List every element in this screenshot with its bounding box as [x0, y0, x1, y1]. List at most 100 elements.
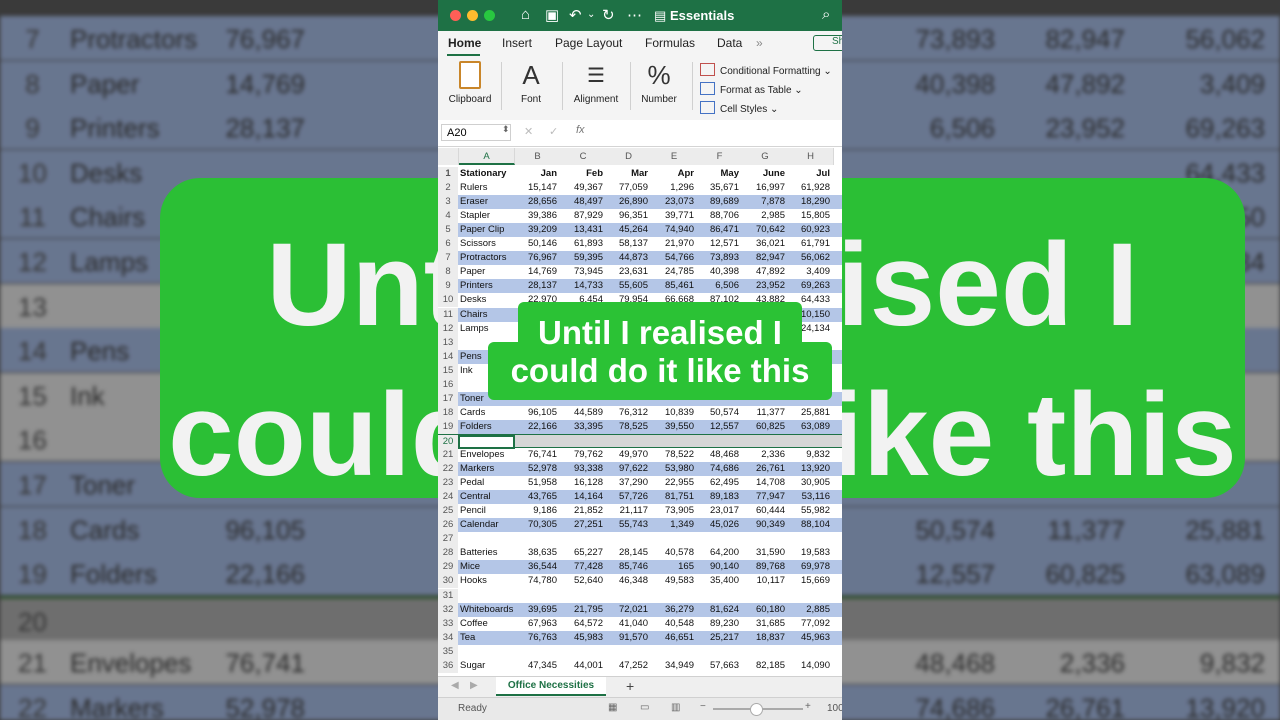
row-header[interactable]: 2	[438, 181, 458, 196]
conditional-formatting-button[interactable]: Conditional Formatting ⌄	[700, 63, 832, 77]
value-cell[interactable]	[560, 589, 603, 603]
cancel-icon[interactable]: ✕	[524, 125, 533, 138]
row-label-cell[interactable]: Mice	[459, 560, 515, 574]
value-cell[interactable]: 85,461	[651, 279, 694, 293]
value-cell[interactable]: 77,059	[606, 181, 648, 195]
value-cell[interactable]: 81,751	[651, 490, 694, 504]
value-cell[interactable]: 12,571	[697, 237, 739, 251]
value-cell[interactable]: Mar	[606, 167, 648, 181]
value-cell[interactable]: 33,395	[560, 420, 603, 434]
value-cell[interactable]: 96,351	[606, 209, 648, 223]
value-cell[interactable]: 45,963	[788, 631, 830, 645]
value-cell[interactable]: 21,970	[651, 237, 694, 251]
value-cell[interactable]	[697, 435, 739, 449]
value-cell[interactable]: 86,471	[697, 223, 739, 237]
value-cell[interactable]: 7,878	[742, 195, 785, 209]
value-cell[interactable]: 11,377	[742, 406, 785, 420]
value-cell[interactable]: 59,395	[560, 251, 603, 265]
value-cell[interactable]: 67,963	[515, 617, 557, 631]
row-header[interactable]: 17	[438, 391, 458, 406]
close-dot[interactable]	[450, 10, 461, 21]
row-header[interactable]: 10	[438, 293, 458, 308]
value-cell[interactable]: 14,164	[560, 490, 603, 504]
value-cell[interactable]: 55,605	[606, 279, 648, 293]
row-label-cell[interactable]: Envelopes	[459, 448, 515, 462]
value-cell[interactable]: 9,832	[788, 448, 830, 462]
value-cell[interactable]: 39,771	[651, 209, 694, 223]
value-cell[interactable]: 37,290	[606, 476, 648, 490]
value-cell[interactable]: 61,893	[560, 237, 603, 251]
row-header[interactable]: 23	[438, 476, 458, 491]
row-label-cell[interactable]: Tea	[459, 631, 515, 645]
value-cell[interactable]	[742, 435, 785, 449]
row-label-cell[interactable]: Folders	[459, 420, 515, 434]
value-cell[interactable]: 23,952	[742, 279, 785, 293]
value-cell[interactable]	[515, 435, 557, 449]
font-button[interactable]: A Font	[510, 56, 552, 106]
value-cell[interactable]: 1,296	[651, 181, 694, 195]
value-cell[interactable]: 39,695	[515, 603, 557, 617]
column-header-g[interactable]: G	[742, 148, 789, 165]
value-cell[interactable]: 16,997	[742, 181, 785, 195]
value-cell[interactable]: 50,146	[515, 237, 557, 251]
chevron-down-icon[interactable]: ⌄	[587, 9, 595, 20]
row-header[interactable]: 15	[438, 363, 458, 378]
value-cell[interactable]: 48,497	[560, 195, 603, 209]
value-cell[interactable]: Jul	[788, 167, 830, 181]
value-cell[interactable]: 74,686	[697, 462, 739, 476]
row-label-cell[interactable]: Protractors	[459, 251, 515, 265]
value-cell[interactable]: 89,230	[697, 617, 739, 631]
row-header[interactable]: 6	[438, 237, 458, 252]
value-cell[interactable]: 1,349	[651, 518, 694, 532]
value-cell[interactable]: 72,021	[606, 603, 648, 617]
value-cell[interactable]: 35,400	[697, 574, 739, 588]
value-cell[interactable]: 13,431	[560, 223, 603, 237]
row-label-cell[interactable]: Stapler	[459, 209, 515, 223]
value-cell[interactable]: 21,795	[560, 603, 603, 617]
column-header-c[interactable]: C	[560, 148, 607, 165]
row-label-cell[interactable]	[459, 589, 515, 603]
value-cell[interactable]	[560, 645, 603, 659]
value-cell[interactable]: 26,890	[606, 195, 648, 209]
value-cell[interactable]: 62,495	[697, 476, 739, 490]
value-cell[interactable]: 13,920	[788, 462, 830, 476]
value-cell[interactable]: Apr	[651, 167, 694, 181]
zoom-in-icon[interactable]: +	[805, 701, 811, 712]
value-cell[interactable]: 49,583	[651, 574, 694, 588]
value-cell[interactable]	[788, 589, 830, 603]
value-cell[interactable]: 76,741	[515, 448, 557, 462]
value-cell[interactable]: 76,763	[515, 631, 557, 645]
value-cell[interactable]: 14,090	[788, 659, 830, 673]
value-cell[interactable]	[651, 589, 694, 603]
value-cell[interactable]: 47,892	[742, 265, 785, 279]
row-header[interactable]: 16	[438, 377, 458, 392]
prev-sheet-icon[interactable]: ◀	[451, 680, 459, 691]
value-cell[interactable]: 14,733	[560, 279, 603, 293]
value-cell[interactable]: 165	[651, 560, 694, 574]
value-cell[interactable]	[515, 645, 557, 659]
row-label-cell[interactable]: Pencil	[459, 504, 515, 518]
row-label-cell[interactable]	[459, 645, 515, 659]
value-cell[interactable]: 73,945	[560, 265, 603, 279]
value-cell[interactable]: 79,762	[560, 448, 603, 462]
value-cell[interactable]: 53,116	[788, 490, 830, 504]
value-cell[interactable]: 82,185	[742, 659, 785, 673]
value-cell[interactable]	[515, 589, 557, 603]
row-header[interactable]: 13	[438, 335, 458, 350]
value-cell[interactable]	[606, 645, 648, 659]
column-header-e[interactable]: E	[651, 148, 698, 165]
name-box[interactable]: A20	[441, 124, 511, 141]
value-cell[interactable]: 47,252	[606, 659, 648, 673]
value-cell[interactable]: 60,923	[788, 223, 830, 237]
value-cell[interactable]: 61,928	[788, 181, 830, 195]
value-cell[interactable]: 87,929	[560, 209, 603, 223]
column-header-b[interactable]: B	[515, 148, 561, 165]
row-label-cell[interactable]: Central	[459, 490, 515, 504]
tab-insert[interactable]: Insert	[502, 36, 532, 50]
value-cell[interactable]: 90,140	[697, 560, 739, 574]
value-cell[interactable]: 46,348	[606, 574, 648, 588]
value-cell[interactable]: 63,089	[788, 420, 830, 434]
confirm-icon[interactable]: ✓	[549, 125, 558, 138]
value-cell[interactable]	[515, 532, 557, 546]
formula-input[interactable]	[598, 123, 838, 142]
